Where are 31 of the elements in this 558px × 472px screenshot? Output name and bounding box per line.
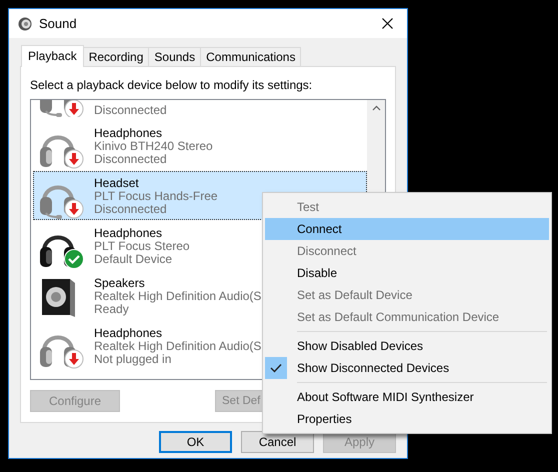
device-name: Headset [94, 177, 140, 190]
close-icon[interactable] [382, 18, 393, 29]
device-status: Disconnected [94, 203, 168, 216]
button[interactable]: Cancel [241, 431, 314, 453]
device-status: Disconnected [94, 153, 168, 166]
device-description: PLT Focus Hands-Free [94, 190, 218, 203]
tab[interactable]: Communications [200, 47, 302, 66]
device-status: Disconnected [94, 104, 167, 117]
menu-item[interactable]: Show Disconnected Devices [265, 357, 549, 379]
window-title: Sound [39, 16, 77, 31]
speaker-icon [18, 16, 32, 30]
device-item[interactable]: Headphones Kinivo BTH240 Stereo Disconnected [33, 121, 367, 170]
menu-item[interactable]: Connect [265, 218, 549, 240]
device-name: Speakers [94, 277, 146, 290]
device-status: Default Device [94, 253, 174, 266]
device-description: Realtek High Definition Audio(S [94, 340, 262, 353]
device-description: Realtek High Definition Audio(S [94, 290, 262, 303]
tab[interactable]: Playback [21, 45, 84, 67]
menu-item[interactable]: Disable [265, 262, 549, 284]
device-status: Not plugged in [94, 353, 172, 366]
tab[interactable]: Recording [82, 47, 150, 66]
button[interactable]: OK [159, 431, 232, 453]
device-description: Kinivo BTH240 Stereo [94, 140, 213, 153]
device-name: Headphones [94, 327, 164, 340]
device-status: Ready [94, 303, 130, 316]
instruction-text: Select a playback device below to modify its settings: [30, 78, 314, 93]
device-item[interactable]: Disconnected [33, 100, 367, 120]
device-name: Headphones [94, 227, 164, 240]
menu-item[interactable]: Show Disabled Devices [265, 335, 549, 357]
device-name: Headphones [94, 127, 164, 140]
device-description: PLT Focus Stereo [94, 240, 190, 253]
